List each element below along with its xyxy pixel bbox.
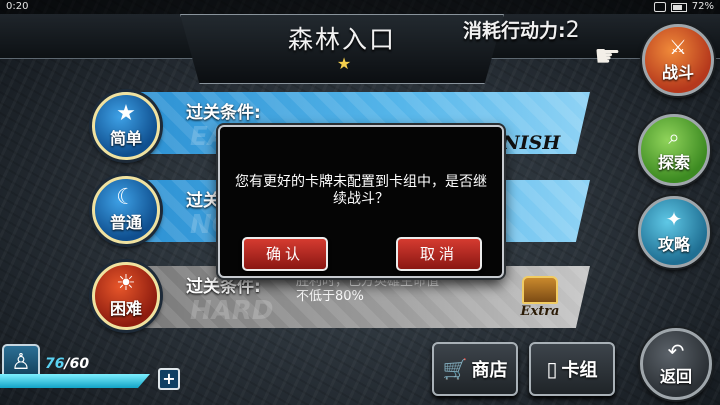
dialog-message: 您有更好的卡牌未配置到卡组中，是否继续战斗？ [235, 174, 487, 207]
confirm-button[interactable]: 确认 [242, 237, 328, 271]
star-icon: ★ [116, 101, 136, 126]
guide-button[interactable]: ✦ 攻略 [638, 196, 710, 268]
condition-text: 胜利时，己方英雄生命值不低于80% [296, 274, 440, 304]
status-time: 0:20 [6, 1, 29, 12]
shop-button[interactable]: 🛒 商店 [432, 342, 518, 396]
explore-label: 探索 [657, 153, 690, 172]
energy-counter: 76/60 [45, 356, 89, 372]
difficulty-normal-button[interactable]: ☾ 普通 [92, 176, 160, 244]
cards-icon: ▯ [546, 357, 558, 381]
crossed-swords-icon: ⚔ [669, 35, 687, 59]
shopping-cart-icon: 🛒 [442, 357, 468, 381]
fight-label: 战斗 [661, 63, 694, 82]
difficulty-easy-button[interactable]: ★ 简单 [92, 92, 160, 160]
pointing-hand-icon: ☛ [594, 39, 621, 74]
battery-icon [670, 2, 687, 12]
energy-max: /60 [64, 356, 90, 372]
extra-label: Extra [520, 304, 560, 319]
difficulty-label: 简单 [109, 129, 142, 148]
energy-bar-fill [0, 374, 150, 388]
energy-current: 76 [45, 356, 65, 372]
condition-label: 过关条件: [186, 103, 261, 123]
telescope-icon: ⌕ [668, 125, 680, 149]
treasure-chest-icon [522, 276, 558, 304]
action-cost-label: 消耗行动力: [463, 20, 566, 42]
explore-button[interactable]: ⌕ 探索 [638, 114, 710, 186]
difficulty-label: 困难 [109, 299, 142, 318]
deck-button[interactable]: ▯ 卡组 [529, 342, 615, 396]
difficulty-label: 普通 [109, 213, 142, 232]
row-watermark: HARD [190, 296, 274, 326]
energy-bar [0, 374, 150, 388]
fight-button[interactable]: ⚔ 战斗 [642, 24, 714, 96]
status-icons: 72% [653, 0, 714, 14]
battery-percent: 72% [691, 1, 714, 12]
lightbulb-icon: ✦ [665, 207, 683, 231]
status-bar: 0:20 72% [0, 0, 720, 14]
cancel-button[interactable]: 取消 [396, 237, 482, 271]
back-button[interactable]: ↶ 返回 [640, 328, 712, 400]
stage-title: 森林入口 [287, 25, 396, 54]
deck-label: 卡组 [561, 360, 598, 381]
back-label: 返回 [659, 367, 692, 386]
guide-label: 攻略 [657, 235, 690, 254]
star-icon: ★ [336, 54, 352, 73]
shop-label: 商店 [471, 360, 508, 381]
confirm-dialog: 您有更好的卡牌未配置到卡组中，是否继续战斗？ 确认 取消 [218, 125, 504, 278]
extra-reward[interactable]: Extra [512, 276, 568, 320]
add-energy-button[interactable]: + [158, 368, 180, 390]
action-cost: 消耗行动力:2 [463, 16, 580, 43]
sun-icon: ☀ [116, 271, 136, 296]
wifi-icon [653, 2, 666, 12]
return-arrow-icon: ↶ [667, 339, 685, 363]
action-cost-value: 2 [565, 18, 580, 43]
moon-icon: ☾ [116, 185, 136, 210]
difficulty-hard-button[interactable]: ☀ 困难 [92, 262, 160, 330]
